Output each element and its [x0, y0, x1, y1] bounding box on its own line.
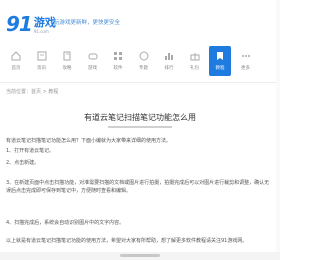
article-meta	[108, 126, 172, 128]
news-icon	[36, 50, 48, 62]
nav-item-6[interactable]: 排行	[158, 46, 180, 76]
logo-number: 91	[6, 12, 33, 36]
nav-item-5[interactable]: 专题	[133, 46, 155, 76]
site-logo[interactable]: 91 游戏 91.com	[6, 12, 56, 34]
nav-item-2[interactable]: 攻略	[56, 46, 78, 76]
gift-icon	[189, 50, 201, 62]
nav-item-1[interactable]: 资讯	[31, 46, 53, 76]
article-paragraph: 有道云笔记扫描笔记功能怎么用？下面小编就为大家带来详细的使用方法。	[6, 138, 172, 144]
scrollbar-thumb[interactable]	[120, 254, 160, 257]
nav-label: 专题	[139, 66, 148, 71]
logo-subtext: 91.com	[33, 29, 49, 34]
site-header: 91 游戏 91.com 玩游戏更新鲜，更快更安全	[0, 0, 280, 38]
nav-label: 教程	[215, 66, 225, 71]
nav-item-8[interactable]: 教程	[209, 46, 231, 76]
article-title: 有道云笔记扫描笔记功能怎么用	[84, 113, 196, 122]
main-nav: 首页 资讯 攻略 游戏 软件 专题 排行 礼包 教程 更多	[0, 46, 280, 76]
game-icon	[87, 50, 99, 62]
nav-label: 游戏	[88, 66, 97, 71]
breadcrumb: 当前位置：首页 > 教程	[6, 89, 59, 95]
nav-item-7[interactable]: 礼包	[184, 46, 206, 76]
nav-label: 攻略	[62, 66, 72, 71]
nav-item-9[interactable]: 更多	[235, 46, 257, 76]
topic-icon	[138, 50, 150, 62]
tutorial-icon	[214, 50, 226, 62]
guide-icon	[61, 50, 73, 62]
logo-text: 游戏	[33, 16, 56, 29]
nav-label: 资讯	[37, 66, 46, 71]
article-paragraph: 3、在新建页面中点击扫描功能，对准需要扫描的文档或图片进行拍摄，拍摄完成后可以对…	[6, 180, 270, 194]
site-slogan: 玩游戏更新鲜，更快更安全	[54, 20, 121, 26]
app-icon	[112, 50, 124, 62]
rank-icon	[163, 50, 175, 62]
nav-divider	[0, 82, 280, 83]
nav-label: 更多	[241, 66, 250, 71]
article-paragraph: 4、扫描完成后，系统会自动识别图片中的文字内容。	[6, 220, 125, 226]
home-icon	[10, 50, 22, 62]
article-paragraph: 2、点击新建。	[6, 160, 40, 166]
more-icon	[240, 50, 252, 62]
nav-label: 排行	[164, 66, 174, 71]
nav-label: 软件	[113, 66, 123, 71]
article-paragraph: 以上就是有道云笔记扫描笔记功能的使用方法，希望对大家有所帮助，想了解更多软件教程…	[6, 238, 248, 244]
nav-item-0[interactable]: 首页	[5, 46, 27, 76]
nav-item-4[interactable]: 软件	[107, 46, 129, 76]
vertical-scrollbar[interactable]	[276, 0, 280, 252]
nav-label: 礼包	[190, 66, 199, 71]
article-paragraph: 1、打开有道云笔记。	[6, 148, 55, 154]
nav-label: 首页	[11, 66, 21, 71]
nav-item-3[interactable]: 游戏	[82, 46, 104, 76]
